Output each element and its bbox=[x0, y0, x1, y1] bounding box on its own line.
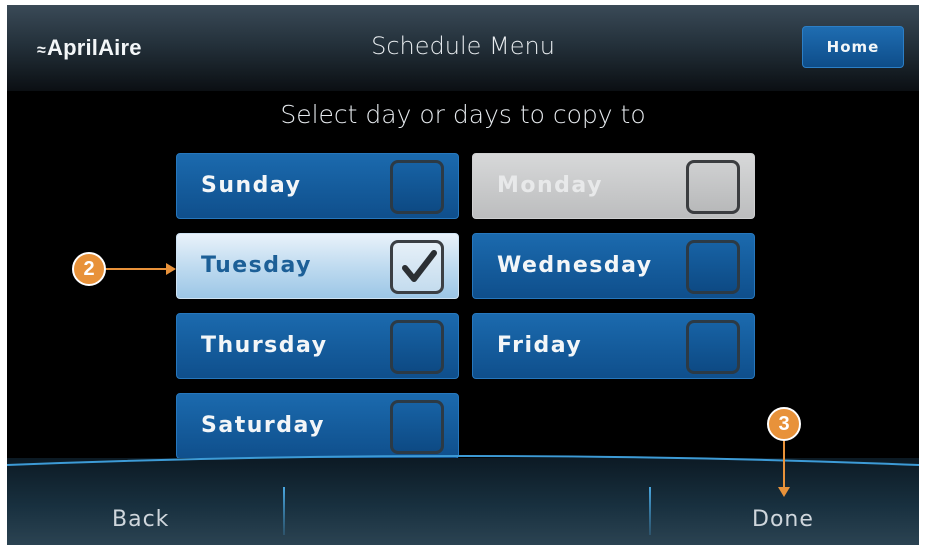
checkbox[interactable] bbox=[390, 320, 444, 374]
checkbox-checked[interactable] bbox=[390, 240, 444, 294]
callout-badge-2: 2 bbox=[72, 252, 106, 286]
day-label: Thursday bbox=[201, 333, 328, 358]
done-button[interactable]: Done bbox=[752, 507, 814, 532]
callout-arrow-down-icon bbox=[778, 441, 790, 497]
checkbox[interactable] bbox=[390, 160, 444, 214]
footer-divider-left bbox=[283, 487, 285, 535]
day-button-tuesday[interactable]: Tuesday bbox=[176, 233, 459, 299]
checkbox[interactable] bbox=[686, 240, 740, 294]
checkbox bbox=[686, 160, 740, 214]
day-label: Monday bbox=[497, 173, 603, 198]
callout-arrow-right-icon bbox=[106, 263, 176, 275]
footer-divider-right bbox=[649, 487, 651, 535]
checkmark-icon bbox=[402, 250, 437, 282]
day-button-monday: Monday bbox=[472, 153, 755, 219]
day-button-thursday[interactable]: Thursday bbox=[176, 313, 459, 379]
page-title: Schedule Menu bbox=[371, 32, 555, 60]
day-button-wednesday[interactable]: Wednesday bbox=[472, 233, 755, 299]
header-bar: ≈AprilAire Schedule Menu Home bbox=[7, 5, 919, 91]
day-label: Wednesday bbox=[497, 253, 653, 278]
home-button[interactable]: Home bbox=[802, 26, 904, 68]
instruction-text: Select day or days to copy to bbox=[280, 100, 646, 129]
checkbox[interactable] bbox=[390, 400, 444, 454]
checkbox[interactable] bbox=[686, 320, 740, 374]
day-button-saturday[interactable]: Saturday bbox=[176, 393, 459, 459]
day-button-sunday[interactable]: Sunday bbox=[176, 153, 459, 219]
day-button-friday[interactable]: Friday bbox=[472, 313, 755, 379]
day-label: Tuesday bbox=[201, 253, 313, 278]
back-button[interactable]: Back bbox=[112, 507, 169, 532]
callout-badge-3: 3 bbox=[767, 407, 801, 441]
day-label: Friday bbox=[497, 333, 583, 358]
day-label: Saturday bbox=[201, 413, 325, 438]
day-label: Sunday bbox=[201, 173, 302, 198]
